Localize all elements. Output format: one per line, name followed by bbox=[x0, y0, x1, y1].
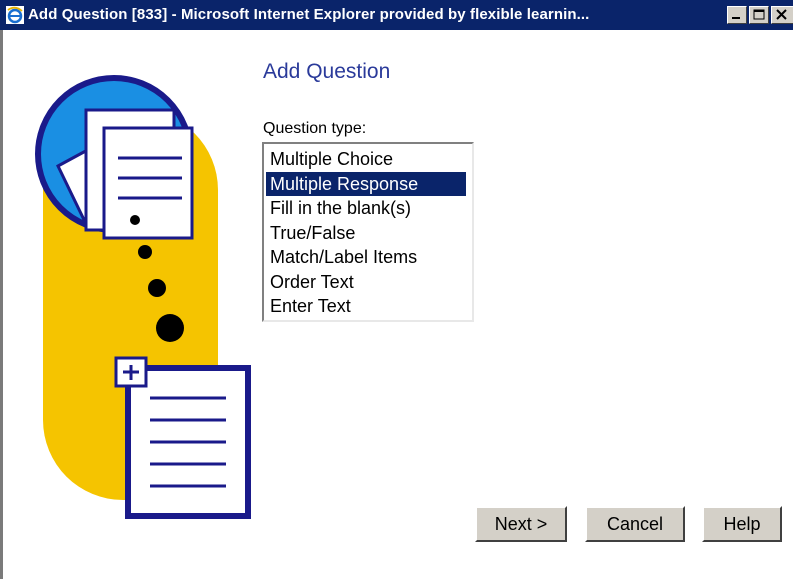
list-item[interactable]: Order Text bbox=[266, 270, 466, 295]
close-button[interactable] bbox=[771, 6, 793, 24]
maximize-icon bbox=[753, 9, 765, 20]
question-type-label: Question type: bbox=[263, 120, 367, 137]
help-button[interactable]: Help bbox=[702, 506, 782, 542]
list-item[interactable]: Match/Label Items bbox=[266, 245, 466, 270]
question-type-listbox[interactable]: Multiple Choice Multiple Response Fill i… bbox=[262, 142, 474, 322]
next-button[interactable]: Next > bbox=[475, 506, 567, 542]
maximize-button[interactable] bbox=[749, 6, 769, 24]
list-item-selected[interactable]: Multiple Response bbox=[266, 171, 466, 196]
close-icon bbox=[776, 9, 787, 20]
list-item[interactable]: Fill in the blank(s) bbox=[266, 196, 466, 221]
cancel-button[interactable]: Cancel bbox=[585, 506, 685, 542]
ie-window-icon bbox=[6, 6, 24, 24]
window-title: Add Question [833] - Microsoft Internet … bbox=[28, 6, 590, 23]
minimize-icon bbox=[732, 17, 740, 19]
list-item[interactable]: Enter Text bbox=[266, 294, 466, 319]
window-left-border bbox=[0, 30, 3, 579]
add-question-illustration bbox=[35, 75, 251, 519]
title-bar[interactable]: Add Question [833] - Microsoft Internet … bbox=[0, 0, 793, 30]
page-title: Add Question bbox=[263, 60, 391, 83]
list-item[interactable]: True/False bbox=[266, 221, 466, 246]
list-item[interactable]: Multiple Choice bbox=[266, 147, 466, 172]
minimize-button[interactable] bbox=[727, 6, 747, 24]
